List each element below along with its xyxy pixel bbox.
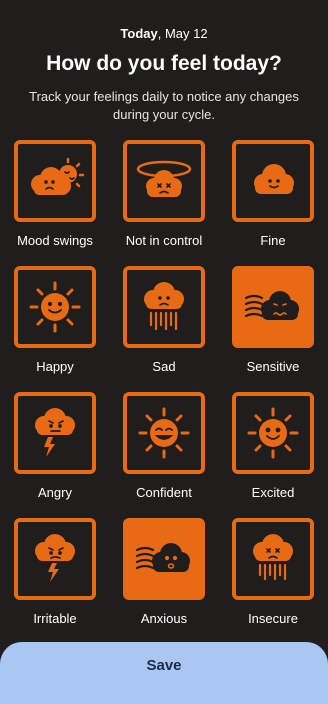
mood-label: Excited	[251, 485, 295, 500]
mood-option-sad[interactable]: Sad	[109, 266, 219, 386]
mood-option-mood-swings[interactable]: Mood swings	[0, 140, 110, 260]
sensitive-wind-cloud-icon	[244, 291, 299, 320]
mood-tile	[14, 392, 96, 474]
page-subtitle: Track your feelings daily to notice any …	[29, 89, 299, 122]
mood-option-anxious[interactable]: Anxious	[109, 518, 219, 638]
mood-label: Angry	[38, 485, 72, 500]
mood-option-sensitive[interactable]: Sensitive	[218, 266, 328, 386]
mood-tile	[232, 392, 314, 474]
mood-tile	[123, 140, 205, 222]
anxious-wind-cloud-icon	[135, 543, 190, 572]
mood-tile	[123, 266, 205, 348]
mood-swings-icon	[31, 157, 85, 195]
mood-label: Insecure	[248, 611, 298, 626]
date-value: , May 12	[157, 26, 208, 41]
mood-tile	[232, 518, 314, 600]
mood-label: Sensitive	[246, 359, 300, 374]
mood-label: Not in control	[125, 233, 203, 248]
happy-sun-icon	[29, 281, 81, 333]
mood-option-fine[interactable]: Fine	[218, 140, 328, 260]
mood-option-irritable[interactable]: Irritable	[0, 518, 110, 638]
mood-label: Confident	[136, 485, 192, 500]
mood-option-not-in-control[interactable]: Not in control	[109, 140, 219, 260]
mood-option-excited[interactable]: Excited	[218, 392, 328, 512]
mood-label: Fine	[260, 233, 286, 248]
mood-label: Happy	[36, 359, 74, 374]
save-bar: Save	[0, 642, 328, 704]
mood-option-happy[interactable]: Happy	[0, 266, 110, 386]
mood-label: Irritable	[33, 611, 77, 626]
mood-option-angry[interactable]: Angry	[0, 392, 110, 512]
save-button[interactable]: Save	[0, 642, 328, 688]
confident-sun-icon	[138, 407, 190, 459]
angry-storm-cloud-icon	[35, 408, 75, 457]
date-header: Today, May 12	[0, 26, 328, 41]
fine-cloud-icon	[254, 164, 294, 194]
mood-label: Mood swings	[17, 233, 93, 248]
not-in-control-icon	[136, 160, 192, 197]
mood-tile	[14, 266, 96, 348]
mood-tile	[14, 518, 96, 600]
date-today: Today	[120, 26, 158, 41]
page-title: How do you feel today?	[46, 52, 282, 75]
mood-label: Sad	[152, 359, 176, 374]
mood-label: Anxious	[140, 611, 188, 626]
mood-option-confident[interactable]: Confident	[109, 392, 219, 512]
mood-tile	[232, 140, 314, 222]
mood-tile	[14, 140, 96, 222]
mood-tile	[232, 266, 314, 348]
excited-sun-icon	[247, 407, 299, 459]
mood-option-insecure[interactable]: Insecure	[218, 518, 328, 638]
mood-tile	[123, 518, 205, 600]
mood-tile	[123, 392, 205, 474]
sad-rain-cloud-icon	[144, 282, 184, 331]
irritable-storm-cloud-icon	[35, 534, 75, 582]
insecure-rain-cloud-icon	[253, 534, 293, 581]
